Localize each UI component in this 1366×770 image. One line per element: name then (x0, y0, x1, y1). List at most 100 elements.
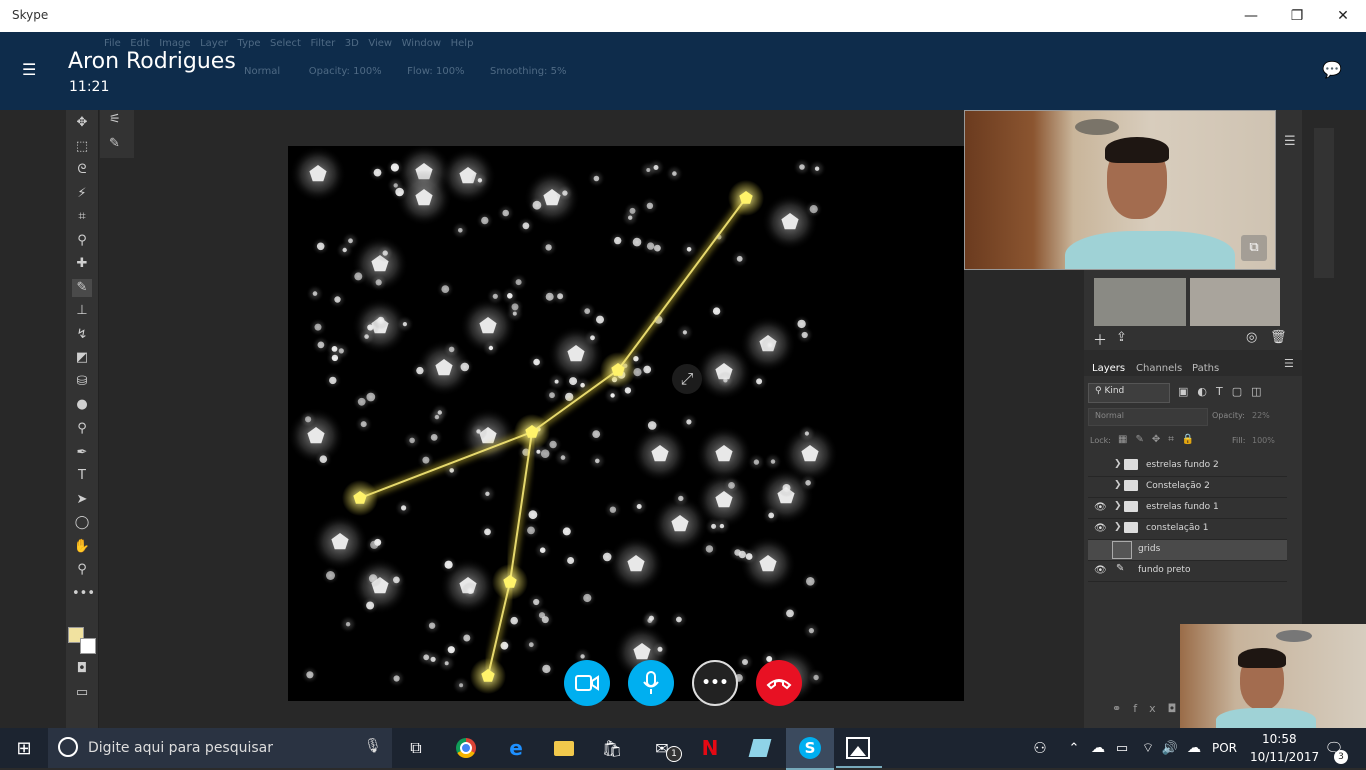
layer-row[interactable]: 👁 ❯ constelação 1 (1088, 519, 1287, 540)
restore-button[interactable]: ❐ (1274, 0, 1320, 32)
pattern-swatch[interactable] (1190, 278, 1280, 326)
photos-icon[interactable] (846, 736, 870, 760)
netflix-icon[interactable]: N (698, 736, 722, 760)
battery-icon[interactable]: ▭ (1110, 736, 1134, 760)
opacity-value[interactable]: 22% (1252, 411, 1270, 420)
photoshop-canvas[interactable]: ⤢ (288, 144, 964, 704)
microphone-icon[interactable]: 🎙 (364, 738, 382, 754)
layers-menu-icon[interactable]: ☰ (1284, 357, 1294, 370)
clock-time[interactable]: 10:58 (1262, 732, 1297, 746)
layer-row-selected[interactable]: grids (1088, 540, 1287, 561)
tab-paths[interactable]: Paths (1192, 363, 1219, 374)
layer-link-icon[interactable]: ◎ (1246, 330, 1257, 345)
upload-cloud-icon[interactable]: ☁ (1182, 736, 1206, 760)
small-star-glow (807, 668, 826, 687)
fill-value[interactable]: 100% (1252, 436, 1275, 445)
tab-channels[interactable]: Channels (1136, 363, 1182, 374)
swap-video-icon[interactable]: ⧉ (1241, 235, 1267, 261)
layer-row[interactable]: ❯ estrelas fundo 2 (1088, 456, 1287, 477)
hand-tool-icon[interactable]: ✋ (72, 538, 92, 556)
chevron-right-icon[interactable]: ❯ (1114, 459, 1122, 469)
brush-tool-icon[interactable]: ✎ (72, 279, 92, 297)
panel-menu-icon[interactable]: ☰ (1284, 134, 1296, 149)
screen-mode-icon[interactable]: ▭ (72, 684, 92, 702)
skype-icon[interactable]: S (798, 736, 822, 760)
history-brush-icon[interactable]: ↯ (72, 326, 92, 344)
filter-type-icons[interactable]: ▣◐T▢◫ (1178, 385, 1271, 398)
pattern-swatch[interactable] (1094, 278, 1186, 326)
eye-icon[interactable]: 👁 (1094, 523, 1108, 535)
healing-brush-icon[interactable]: ✚ (72, 255, 92, 273)
clone-stamp-icon[interactable]: ⊥ (72, 302, 92, 320)
small-star-glow (781, 604, 799, 623)
end-call-button[interactable] (756, 660, 802, 706)
windows-start-icon[interactable]: ⊞ (12, 736, 36, 760)
remote-video-feed[interactable]: ⧉ (964, 110, 1276, 270)
visibility-toggle[interactable] (1094, 481, 1108, 493)
brush-settings-icon[interactable]: ⚟ (109, 112, 121, 127)
notes-app-icon[interactable] (748, 736, 772, 760)
file-explorer-icon[interactable] (552, 736, 576, 760)
small-star-glow (423, 616, 442, 635)
menu-icon[interactable]: ☰ (22, 60, 36, 79)
layer-footer-icons[interactable]: ⚭fx◘ (1112, 702, 1188, 715)
chrome-icon[interactable] (454, 736, 478, 760)
brush-icon[interactable]: ✎ (109, 136, 120, 151)
expand-icon[interactable]: ⤢ (672, 364, 702, 394)
pen-tool-icon[interactable]: ✒ (72, 444, 92, 462)
minimize-button[interactable]: — (1228, 0, 1274, 32)
eyedropper-icon[interactable]: ⚲ (72, 232, 92, 250)
paint-bucket-icon[interactable]: ⛁ (72, 373, 92, 391)
clock-date[interactable]: 10/11/2017 (1250, 750, 1319, 764)
visibility-toggle[interactable] (1094, 460, 1108, 472)
visibility-toggle[interactable] (1094, 544, 1108, 556)
more-tools-icon[interactable]: ••• (72, 585, 95, 603)
chat-icon[interactable]: 💬 (1322, 60, 1342, 79)
onedrive-icon[interactable]: ☁ (1086, 736, 1110, 760)
more-options-button[interactable]: ••• (692, 660, 738, 706)
magic-wand-icon[interactable]: ⚡ (72, 185, 92, 203)
dodge-tool-icon[interactable]: ⚲ (72, 420, 92, 438)
layer-row[interactable]: 👁 ❯ estrelas fundo 1 (1088, 498, 1287, 519)
marquee-tool-icon[interactable]: ⬚ (72, 138, 92, 156)
layer-row[interactable]: ❯ Constelação 2 (1088, 477, 1287, 498)
lock-icons[interactable]: ▦✎✥⌗🔒 (1118, 434, 1202, 445)
eye-icon[interactable]: 👁 (1094, 502, 1108, 514)
chevron-right-icon[interactable]: ❯ (1114, 480, 1122, 490)
chevron-right-icon[interactable]: ❯ (1114, 522, 1122, 532)
type-tool-icon[interactable]: T (72, 467, 92, 485)
import-icon[interactable]: ⇪ (1116, 330, 1127, 345)
taskbar-search-box[interactable]: Digite aqui para pesquisar 🎙 (48, 728, 392, 768)
move-tool-icon[interactable]: ✥ (72, 114, 92, 132)
add-icon[interactable]: ＋ (1093, 330, 1107, 350)
window-titlebar: Skype — ❐ ✕ (0, 0, 1366, 32)
chevron-up-icon[interactable]: ⌃ (1062, 736, 1086, 760)
task-view-icon[interactable]: ⧉ (404, 736, 428, 760)
wifi-icon[interactable]: ⌔ (1136, 736, 1160, 760)
path-selection-icon[interactable]: ➤ (72, 491, 92, 509)
chevron-right-icon[interactable]: ❯ (1114, 501, 1122, 511)
eraser-tool-icon[interactable]: ◩ (72, 349, 92, 367)
eye-icon[interactable]: 👁 (1094, 565, 1108, 577)
zoom-tool-icon[interactable]: ⚲ (72, 561, 92, 579)
mute-button[interactable] (628, 660, 674, 706)
volume-icon[interactable]: 🔊 (1158, 736, 1182, 760)
tab-layers[interactable]: Layers (1092, 363, 1125, 374)
self-video-preview[interactable] (1180, 624, 1366, 728)
blur-tool-icon[interactable]: ● (72, 396, 92, 414)
language-indicator[interactable]: POR (1212, 741, 1237, 755)
people-icon[interactable]: ⚇ (1028, 736, 1052, 760)
store-icon[interactable]: 🛍 (600, 736, 624, 760)
crop-tool-icon[interactable]: ⌗ (72, 208, 92, 226)
quick-mask-icon[interactable]: ◘ (72, 660, 92, 678)
layer-filter-select[interactable]: ⚲ Kind (1088, 383, 1170, 403)
close-button[interactable]: ✕ (1320, 0, 1366, 32)
trash-icon[interactable]: 🗑 (1270, 330, 1287, 345)
blend-mode-select[interactable]: Normal (1088, 408, 1208, 426)
video-toggle-button[interactable] (564, 660, 610, 706)
layer-row[interactable]: 👁 ✎ fundo preto (1088, 561, 1287, 582)
edge-icon[interactable]: e (504, 736, 528, 760)
lasso-tool-icon[interactable]: ᘓ (72, 161, 92, 179)
background-color-swatch[interactable] (80, 638, 96, 654)
ellipse-tool-icon[interactable]: ◯ (72, 514, 92, 532)
